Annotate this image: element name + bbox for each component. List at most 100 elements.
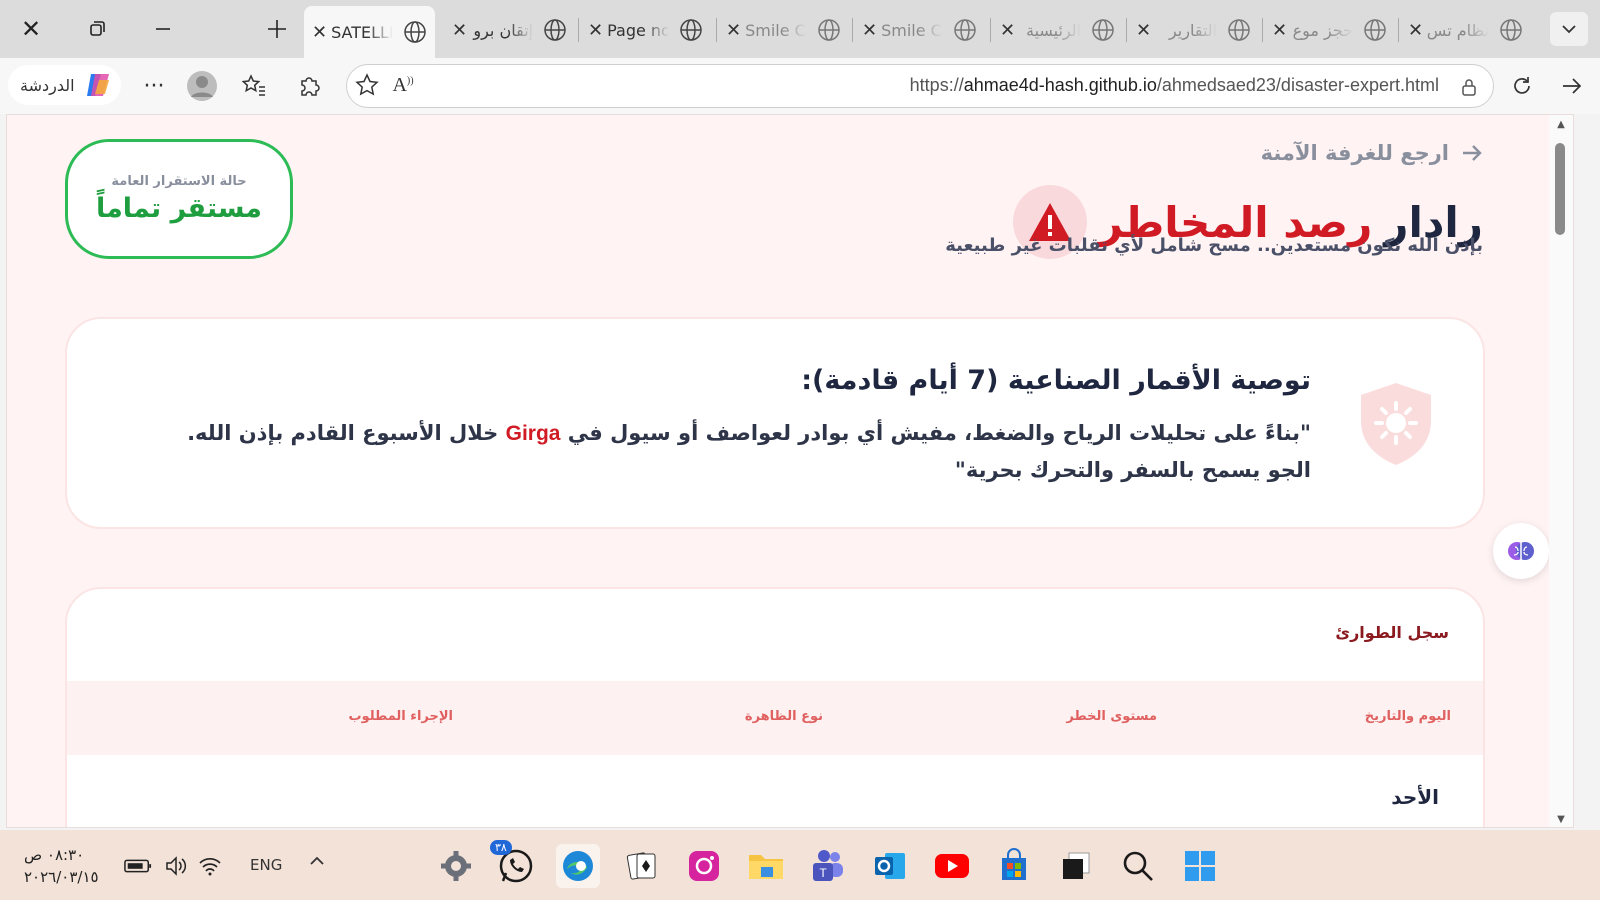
window-app-icon	[1063, 852, 1090, 879]
taskbar-settings[interactable]	[434, 844, 478, 888]
wifi-icon[interactable]	[196, 852, 224, 880]
taskbar-solitaire[interactable]	[620, 844, 664, 888]
back-to-safe-room-link[interactable]: ارجع للغرفة الآمنة	[1261, 141, 1483, 165]
globe-icon	[1092, 19, 1114, 41]
vertical-scrollbar[interactable]: ▲ ▼	[1549, 115, 1573, 827]
tab-label: Smile C	[881, 20, 942, 40]
window-close-button[interactable]: ✕	[14, 12, 48, 46]
city-name: Girga	[505, 422, 561, 445]
clock-date: ٢٠٢٦/٠٣/١٥	[24, 868, 99, 886]
edge-browser-icon	[563, 851, 593, 881]
tab-itqan[interactable]: ✕ إتقان برو	[452, 10, 567, 50]
tab-label: إتقان برو	[473, 20, 534, 40]
tab-label: Page no	[607, 20, 670, 40]
windows-taskbar: ٠٨:٣٠ ص ٢٠٢٦/٠٣/١٥ ENG ٣٨ T	[0, 830, 1600, 900]
ai-assistant-button[interactable]	[1493, 523, 1549, 579]
copilot-icon	[86, 74, 109, 96]
volume-icon[interactable]	[162, 852, 190, 880]
refresh-button[interactable]	[1506, 70, 1538, 102]
taskbar-edge[interactable]	[556, 844, 600, 888]
scroll-up-arrow[interactable]: ▲	[1555, 119, 1567, 130]
tab-bar: ✕ ✕ SATELLI ✕ إتقان برو ✕ Page no ✕ Smil…	[0, 0, 1600, 58]
show-hidden-icons-button[interactable]	[308, 852, 326, 875]
store-icon	[1002, 848, 1026, 880]
more-options-button[interactable]: ···	[138, 70, 170, 102]
taskbar-youtube[interactable]	[930, 844, 974, 888]
taskbar-window-app[interactable]	[1054, 844, 1098, 888]
puzzle-icon	[301, 77, 320, 96]
globe-icon	[1500, 19, 1522, 41]
site-info-button[interactable]	[1453, 71, 1485, 103]
recommendation-title: توصية الأقمار الصناعية (7 أيام قادمة):	[801, 365, 1311, 396]
emergency-log-title: سجل الطوارئ	[1335, 623, 1449, 642]
scroll-down-arrow[interactable]: ▼	[1555, 814, 1567, 825]
tab-close-icon[interactable]: ✕	[312, 22, 327, 43]
taskbar-instagram[interactable]	[682, 844, 726, 888]
tab-booking[interactable]: ✕ حجز موع	[1272, 10, 1387, 50]
tab-close-icon[interactable]: ✕	[862, 20, 877, 41]
battery-icon[interactable]	[124, 852, 152, 880]
cards-icon	[626, 852, 656, 880]
tab-page-not-found[interactable]: ✕ Page no	[588, 10, 703, 50]
input-language[interactable]: ENG	[250, 856, 282, 874]
tab-smile-2[interactable]: ✕ Smile C	[862, 10, 977, 50]
arrow-right-icon	[1563, 78, 1582, 94]
ellipsis-icon: ···	[143, 73, 165, 99]
back-link-text: ارجع للغرفة الآمنة	[1260, 141, 1449, 165]
favorites-icon	[241, 74, 265, 96]
tab-close-icon[interactable]: ✕	[588, 20, 603, 41]
whatsapp-unread-badge: ٣٨	[490, 840, 512, 855]
battery-icon-svg	[124, 859, 152, 873]
settings-gear-icon	[441, 851, 471, 881]
tab-close-icon[interactable]: ✕	[1408, 20, 1423, 41]
table-row-day: الأحد	[1391, 785, 1439, 809]
window-restore-button[interactable]	[80, 12, 114, 46]
refresh-icon	[1514, 77, 1530, 94]
recommendation-text: "بناءً على تحليلات الرياح والضغط، مفيش أ…	[171, 415, 1311, 488]
chevron-down-icon	[1562, 25, 1576, 34]
tab-smile-1[interactable]: ✕ Smile C	[726, 10, 841, 50]
taskbar-file-explorer[interactable]	[744, 844, 788, 888]
star-icon	[355, 73, 379, 96]
clock-time: ٠٨:٣٠ ص	[24, 846, 85, 864]
tab-home[interactable]: ✕ الرئيسية	[1000, 10, 1115, 50]
extensions-button[interactable]	[294, 70, 326, 102]
tab-satellite[interactable]: ✕ SATELLI	[304, 6, 436, 58]
stability-value: مستقر تماماً	[95, 193, 263, 224]
taskbar-teams[interactable]: T	[806, 844, 850, 888]
plus-icon	[268, 20, 286, 38]
scrollbar-thumb[interactable]	[1555, 143, 1565, 235]
tab-close-icon[interactable]: ✕	[1136, 20, 1151, 41]
add-favorite-button[interactable]	[351, 69, 383, 101]
tab-close-icon[interactable]: ✕	[452, 20, 467, 41]
new-tab-button[interactable]	[260, 12, 294, 46]
profile-button[interactable]	[186, 70, 218, 102]
tab-close-icon[interactable]: ✕	[1272, 20, 1287, 41]
taskbar-start[interactable]	[1178, 844, 1222, 888]
address-bar[interactable]: A)) https://ahmae4d-hash.github.io/ahmed…	[346, 64, 1494, 108]
taskbar-outlook[interactable]	[868, 844, 912, 888]
column-header-phenomenon: نوع الظاهرة	[744, 709, 823, 724]
copilot-button[interactable]: الدردشة	[8, 65, 121, 105]
tab-close-icon[interactable]: ✕	[726, 20, 741, 41]
system-clock[interactable]: ٠٨:٣٠ ص ٢٠٢٦/٠٣/١٥	[24, 844, 99, 888]
chevron-up-icon	[310, 856, 324, 865]
url-text[interactable]: https://ahmae4d-hash.github.io/ahmedsaed…	[910, 75, 1439, 96]
window-minimize-button[interactable]	[146, 12, 180, 46]
taskbar-search[interactable]	[1116, 844, 1160, 888]
forward-button[interactable]	[1556, 70, 1588, 102]
url-path: /ahmedsaed23/disaster-expert.html	[1156, 75, 1439, 95]
column-header-risk: مستوى الخطر	[1066, 709, 1157, 724]
youtube-icon	[935, 854, 969, 878]
read-aloud-button[interactable]: A))	[387, 69, 419, 101]
stability-status-badge: حالة الاستقرار العامة مستقر تماماً	[65, 139, 293, 259]
tab-reports[interactable]: ✕ التقارير	[1136, 10, 1251, 50]
favorites-button[interactable]	[238, 70, 270, 102]
taskbar-microsoft-store[interactable]	[992, 844, 1036, 888]
shield-virus-icon	[1361, 383, 1431, 465]
tab-system[interactable]: ✕ نظام تس	[1408, 10, 1523, 50]
tab-close-icon[interactable]: ✕	[1000, 20, 1015, 41]
tab-list-button[interactable]	[1550, 12, 1588, 46]
teams-icon: T	[813, 850, 843, 881]
globe-icon	[1364, 19, 1386, 41]
